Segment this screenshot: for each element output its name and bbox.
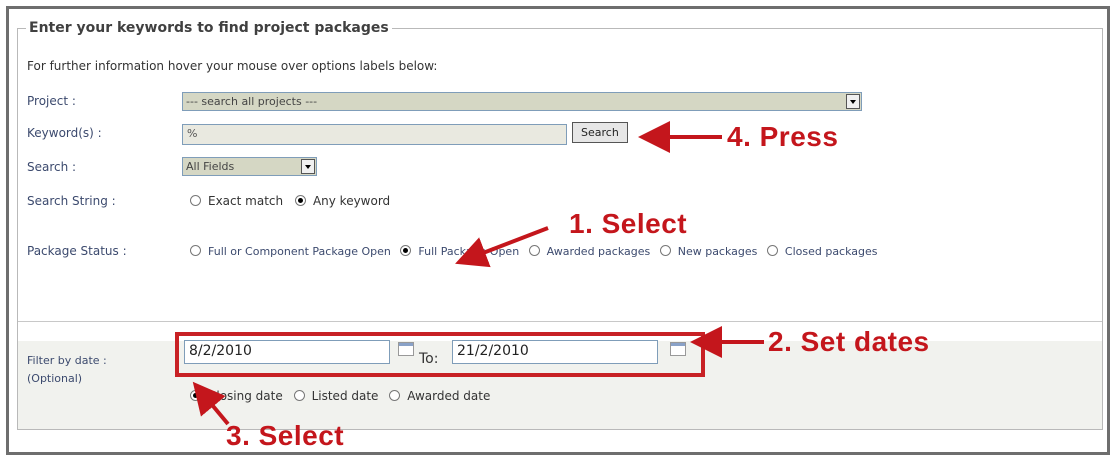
search-label[interactable]: Search :	[27, 160, 76, 174]
listed-date-radio[interactable]	[293, 390, 305, 401]
divider	[18, 321, 1102, 322]
awarded-date-label[interactable]: Awarded date	[407, 389, 490, 403]
exact-match-radio[interactable]	[190, 195, 201, 206]
info-text: For further information hover your mouse…	[27, 59, 438, 73]
chevron-down-icon[interactable]	[301, 159, 315, 174]
status-full-package-radio[interactable]	[400, 245, 412, 256]
closing-date-radio[interactable]	[190, 390, 201, 401]
status-closed-label[interactable]: Closed packages	[785, 245, 878, 258]
search-form-fieldset: Enter your keywords to find project pack…	[17, 20, 1103, 430]
date-type-options: Closing date Listed date Awarded date	[190, 389, 490, 403]
package-status-options: Full or Component Package Open Full Pack…	[190, 245, 878, 258]
status-full-or-component-radio[interactable]	[190, 245, 201, 256]
status-awarded-label[interactable]: Awarded packages	[547, 245, 651, 258]
status-new-label[interactable]: New packages	[678, 245, 758, 258]
date-to-input[interactable]: 21/2/2010	[452, 340, 658, 364]
annotation-select-3: 3. Select	[226, 420, 345, 451]
closing-date-label[interactable]: Closing date	[208, 389, 283, 403]
listed-date-label[interactable]: Listed date	[312, 389, 379, 403]
calendar-icon[interactable]	[398, 342, 414, 356]
awarded-date-radio[interactable]	[389, 390, 401, 401]
keywords-label[interactable]: Keyword(s) :	[27, 126, 102, 140]
project-label[interactable]: Project :	[27, 94, 76, 108]
package-status-label[interactable]: Package Status :	[27, 244, 127, 258]
annotation-set-dates: 2. Set dates	[768, 326, 930, 357]
keyword-input[interactable]: %	[182, 124, 567, 145]
any-keyword-radio[interactable]	[294, 195, 306, 206]
status-awarded-radio[interactable]	[528, 245, 540, 256]
search-string-label[interactable]: Search String :	[27, 194, 116, 208]
exact-match-label[interactable]: Exact match	[208, 194, 283, 208]
search-button[interactable]: Search	[572, 122, 628, 143]
status-full-or-component-label[interactable]: Full or Component Package Open	[208, 245, 391, 258]
chevron-down-icon[interactable]	[846, 94, 860, 109]
calendar-icon[interactable]	[670, 342, 686, 356]
to-label: To:	[419, 351, 439, 367]
filter-by-date-label[interactable]: Filter by date :	[27, 354, 107, 367]
form-legend: Enter your keywords to find project pack…	[29, 20, 389, 36]
project-select[interactable]: --- search all projects ---	[182, 92, 862, 111]
annotation-select-1: 1. Select	[569, 208, 688, 239]
status-full-package-label[interactable]: Full Package Open	[418, 245, 519, 258]
search-string-options: Exact match Any keyword	[190, 194, 390, 208]
screenshot-frame: Enter your keywords to find project pack…	[6, 6, 1110, 455]
date-from-input[interactable]: 8/2/2010	[184, 340, 390, 364]
optional-label: (Optional)	[27, 372, 83, 385]
any-keyword-label[interactable]: Any keyword	[313, 194, 390, 208]
search-field-select[interactable]: All Fields	[182, 157, 317, 176]
annotation-press: 4. Press	[727, 121, 839, 152]
status-new-radio[interactable]	[659, 245, 671, 256]
project-select-value: --- search all projects ---	[186, 95, 318, 108]
status-closed-radio[interactable]	[766, 245, 778, 256]
search-field-value: All Fields	[186, 160, 235, 173]
